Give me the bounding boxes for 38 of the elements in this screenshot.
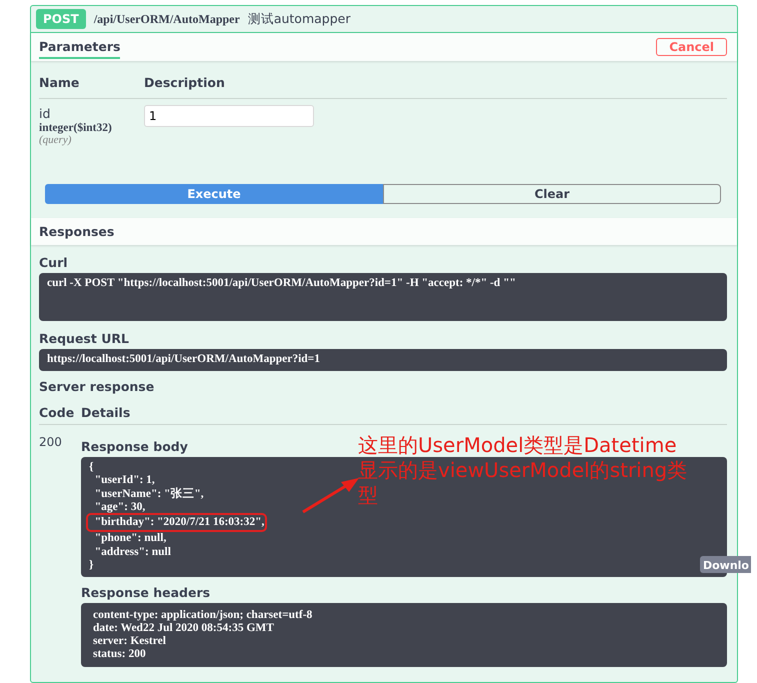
response-headers-label: Response headers [81,584,210,600]
input-field[interactable]: 1 [144,105,314,127]
curl-label: Curl [39,255,68,270]
column-header: Description [144,75,727,99]
param-location: (query) [39,134,72,146]
code-line: content-type: application/json; charset=utf-8 [93,608,312,622]
code-line: "birthday": "2020/7/21 16:03:32", [89,516,264,529]
code-line: "address": null [94,546,171,559]
code-line: "age": 30, [94,501,146,514]
endpoint-path: /api/UserORM/AutoMapper [94,12,240,26]
column-header: Code [39,396,81,424]
download-button[interactable]: Downlo [700,556,751,572]
endpoint-summary: 测试automapper [248,10,350,28]
code-line: https://localhost:5001/api/UserORM/AutoMapper?id=1 [47,353,320,366]
code-line: "userName": "张三", [94,488,204,501]
server-response-label: Server response [39,378,154,394]
code-line: } [89,559,94,572]
clear-button[interactable]: Clear [383,184,721,204]
code-line: curl -X POST "https://localhost:5001/api/UserORM/AutoMapper?id=1" -H "accept: */*" -d "" [47,277,516,290]
code-line: { [89,460,94,474]
param-name: id [39,105,52,122]
request-url-label: Request URL [39,331,129,346]
response-body-label: Response body [81,438,188,454]
annotation-text: 这里的UserModel类型是Datetime [358,433,678,458]
column-header: Details [81,396,727,424]
status-code: 200 [39,434,63,450]
code-line: "phone": null, [94,532,166,546]
annotation-text: 显示的是viewUserModel的string类型 [358,458,688,508]
responses-header: Responses [31,218,737,245]
code-line: server: Kestrel [93,634,166,648]
column-header: Name [39,75,144,99]
code-line: date: Wed22 Jul 2020 08:54:35 GMT [93,622,274,634]
annotation-arrow [302,478,359,514]
param-type: integer($int32) [39,122,113,134]
method-badge: POST [36,9,86,29]
parameters-tab[interactable]: Parameters [39,36,120,58]
code-line: "userId": 1, [94,474,155,488]
code-line: status: 200 [93,648,146,660]
